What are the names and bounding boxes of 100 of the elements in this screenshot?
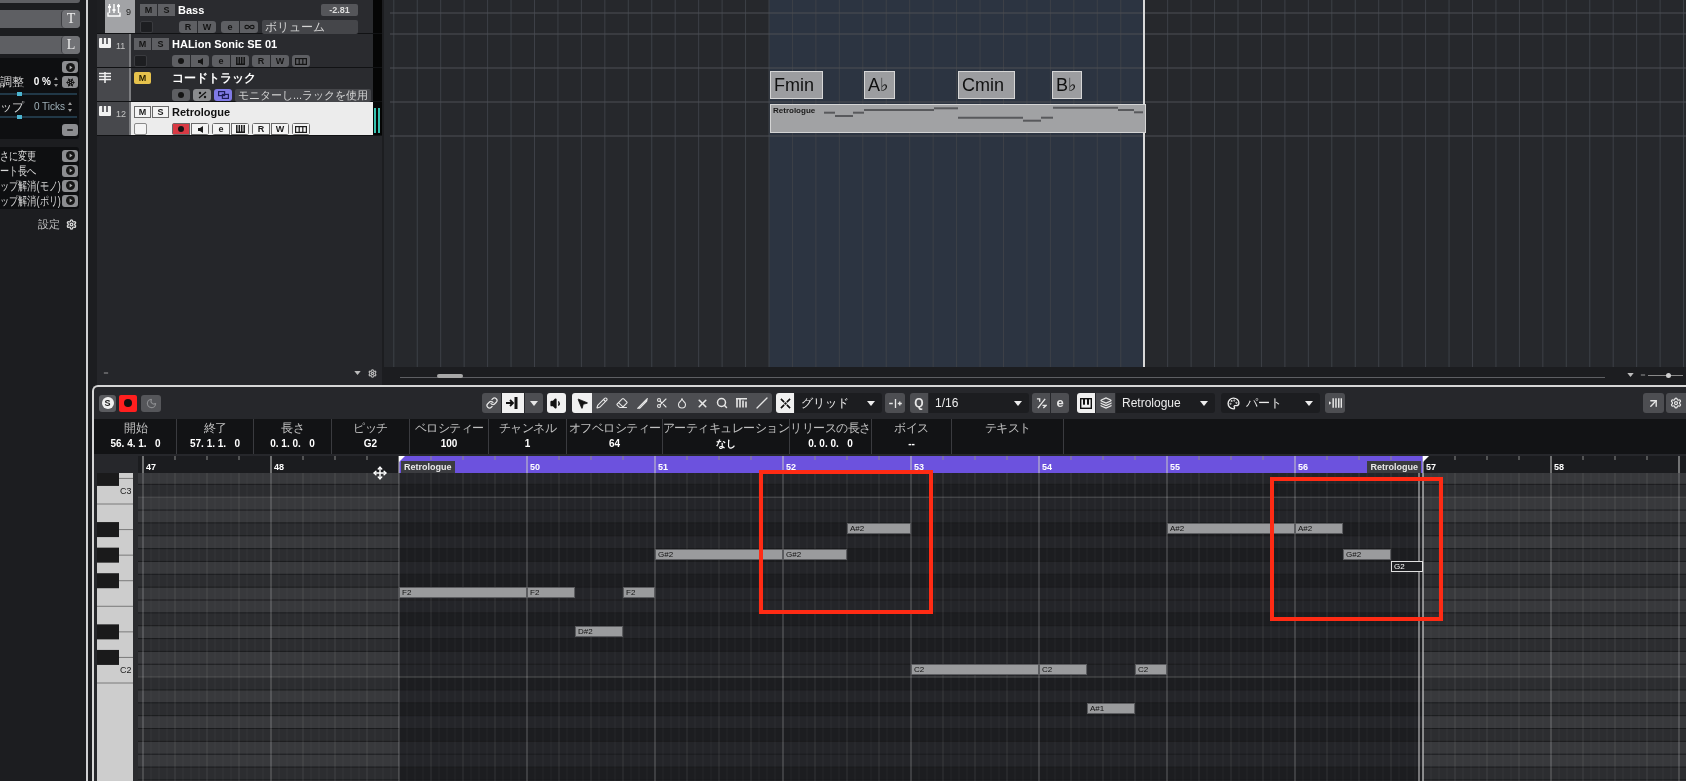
info-value[interactable]: 0. 0. 0. 0 (808, 438, 853, 450)
info-value[interactable]: なし (716, 438, 736, 450)
chord-event[interactable]: A♭ (864, 71, 895, 99)
quantize-dropdown[interactable]: 1/16 (929, 393, 1029, 413)
record-button[interactable] (172, 89, 190, 101)
midi-note[interactable]: G#2 (655, 548, 783, 560)
name-field[interactable]: T (0, 10, 80, 28)
midi-part[interactable]: Retrologue (770, 104, 1146, 133)
snap-button[interactable] (776, 393, 794, 413)
mute-button[interactable]: M (134, 72, 151, 84)
auto-scroll-button[interactable] (482, 393, 501, 413)
info-value[interactable]: 1 (524, 438, 531, 450)
play-button[interactable] (62, 164, 78, 177)
ghost-button[interactable] (141, 394, 161, 412)
play-button[interactable] (62, 149, 78, 162)
info-value[interactable]: -- (908, 438, 915, 450)
settings-icon[interactable] (66, 219, 77, 230)
info-value[interactable]: 56. 4. 1. 0 (110, 438, 161, 450)
bar-number: 57 (1426, 463, 1436, 472)
snap-type-dropdown[interactable]: グリッド (795, 393, 882, 413)
follow-button[interactable] (502, 393, 524, 413)
solo-button[interactable]: S (152, 106, 169, 118)
midi-note[interactable]: C2 (1135, 664, 1167, 676)
midi-note[interactable]: G2 (1391, 561, 1423, 573)
chord-event[interactable]: Fmin (770, 71, 823, 99)
text-field[interactable] (0, 0, 80, 3)
piano-roll-button[interactable] (1077, 393, 1095, 413)
name-field[interactable]: L (0, 36, 80, 54)
field-button[interactable]: L (61, 36, 80, 54)
record-button[interactable] (172, 123, 190, 135)
monitor-button[interactable] (191, 123, 209, 135)
track-toggle-box[interactable] (140, 21, 153, 33)
settings-icon[interactable] (368, 368, 377, 378)
chord-monitor-field[interactable]: モニターし...ラックを使用 (235, 88, 372, 102)
play-button[interactable] (62, 61, 78, 73)
midi-note[interactable]: F2 (623, 587, 655, 599)
track-toggle-box[interactable] (134, 123, 147, 135)
slider-thumb[interactable] (17, 92, 23, 96)
info-value[interactable]: 57. 1. 1. 0 (189, 438, 240, 450)
mute-button[interactable]: M (134, 106, 151, 118)
field-button[interactable]: T (61, 10, 80, 28)
track-header[interactable]: M S Retrologue e R W (131, 102, 373, 135)
midi-note[interactable]: A#1 (1087, 702, 1135, 714)
midi-note[interactable]: A#2 (1167, 522, 1295, 534)
settings-button[interactable] (1666, 393, 1686, 413)
info-value[interactable]: 100 (440, 438, 458, 450)
horizontal-scrollbar[interactable] (400, 372, 1605, 378)
layers-button[interactable] (1096, 393, 1115, 413)
record-button[interactable] (119, 394, 137, 412)
midi-keys-button[interactable] (231, 123, 249, 135)
scrollbar-thumb[interactable] (437, 373, 463, 378)
track-header[interactable]: M S HALion Sonic SE 01 e R W (131, 34, 373, 67)
keyboard-button[interactable] (1325, 393, 1345, 413)
tool-button[interactable] (592, 393, 612, 413)
expand-button[interactable] (1643, 393, 1664, 413)
quantize-button[interactable]: Q (910, 393, 928, 413)
link-button[interactable] (240, 21, 258, 33)
read-button[interactable]: R (252, 123, 270, 135)
zoom-slider-thumb[interactable] (1665, 372, 1671, 378)
scroll-options-button[interactable] (525, 393, 543, 413)
track-toggle-box[interactable] (134, 55, 147, 67)
track-header[interactable]: M S Bass -2.81 R W e ボリューム (137, 0, 373, 33)
play-button[interactable] (62, 179, 78, 192)
bar-number: 52 (786, 463, 796, 472)
options-button[interactable] (62, 76, 78, 88)
info-value[interactable]: 0. 1. 0. 0 (270, 438, 315, 450)
comb-icon (736, 398, 748, 408)
nudge-button[interactable] (885, 393, 905, 413)
midi-note[interactable]: G#2 (783, 548, 847, 560)
chord-event[interactable]: Cmin (958, 71, 1015, 99)
chord-monitor-button[interactable] (214, 89, 232, 101)
midi-note[interactable]: D#2 (575, 625, 623, 637)
slider-thumb[interactable] (17, 115, 23, 119)
write-button[interactable]: W (271, 123, 289, 135)
tool-button[interactable] (752, 393, 772, 413)
triplet-button[interactable] (1032, 393, 1050, 413)
midi-note[interactable]: A#2 (1295, 522, 1343, 534)
color-scheme-dropdown[interactable]: パート (1221, 393, 1320, 413)
edit-button[interactable]: e (212, 123, 230, 135)
play-button[interactable] (62, 194, 78, 207)
record-button[interactable] (172, 55, 190, 67)
midi-note[interactable]: C2 (1039, 664, 1087, 676)
solo-button[interactable]: S (99, 394, 116, 412)
track-header[interactable]: M コードトラック モニターし...ラックを使用 (131, 68, 373, 101)
tool-button[interactable] (572, 393, 592, 413)
midi-note[interactable]: C2 (911, 664, 1039, 676)
automation-field[interactable]: ボリューム (262, 20, 358, 34)
midi-note[interactable]: F2 (527, 587, 575, 599)
chord-event[interactable]: B♭ (1052, 71, 1082, 99)
legato-button[interactable]: e (1051, 393, 1069, 413)
midi-note[interactable]: F2 (399, 587, 527, 599)
minus-button[interactable] (62, 124, 78, 136)
acoustic-feedback-button[interactable] (547, 393, 566, 413)
lanes-button[interactable] (292, 123, 310, 135)
voicing-button[interactable] (193, 89, 211, 101)
midi-note[interactable]: A#2 (847, 522, 911, 534)
instrument-dropdown[interactable]: Retrologue (1116, 393, 1215, 413)
info-value[interactable]: 64 (608, 438, 621, 450)
midi-note[interactable]: G#2 (1343, 548, 1391, 560)
info-value[interactable]: G2 (363, 438, 378, 450)
